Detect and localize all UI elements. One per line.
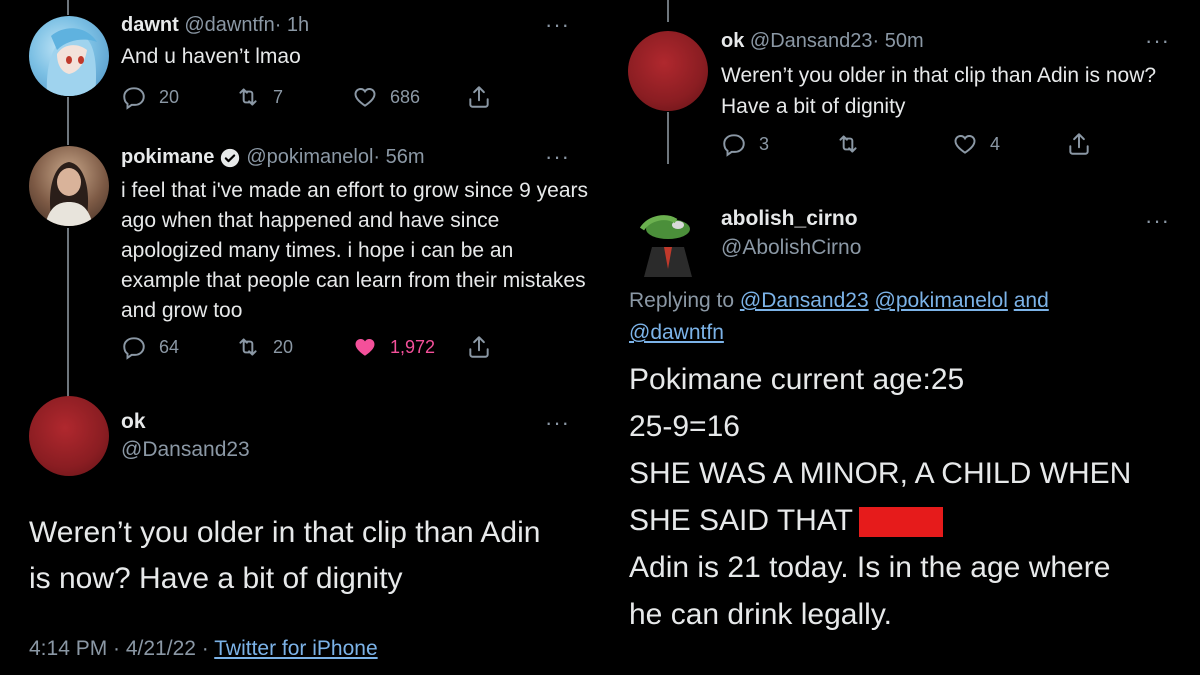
reply-count: 20: [159, 86, 180, 107]
avatar[interactable]: [29, 16, 109, 96]
reply-count: 64: [159, 336, 180, 357]
tweet-time[interactable]: · 56m: [373, 146, 424, 168]
retweet-icon: [239, 338, 257, 356]
avatar-photo-image: [45, 162, 93, 226]
retweet-count: 7: [273, 86, 284, 107]
tweet-time[interactable]: · 1h: [275, 14, 309, 36]
tweet-text: i feel that i've made an effort to grow …: [121, 179, 589, 322]
display-name[interactable]: ok: [721, 30, 744, 52]
replying-to: Replying to @Dansand23 @pokimanelol and …: [629, 285, 1129, 349]
heart-icon: [954, 135, 976, 154]
tweet-header: ok @Dansand23· 50m: [721, 30, 924, 53]
tweet-time[interactable]: · 50m: [873, 30, 924, 52]
like-count: 686: [390, 86, 421, 107]
retweet-icon: [839, 135, 857, 153]
reply-icon: [123, 337, 145, 360]
right-screenshot-panel: ok @Dansand23· 50m ··· Weren’t you older…: [600, 0, 1200, 675]
mention-link[interactable]: @pokimanelol: [875, 289, 1008, 312]
reply-count: 3: [759, 133, 770, 154]
tweet-text: Pokimane current age:25 25-9=16 SHE WAS …: [629, 356, 1131, 638]
display-name[interactable]: abolish_cirno: [721, 207, 858, 231]
like-count: 1,972: [390, 336, 436, 357]
tweet-source-link[interactable]: Twitter for iPhone: [214, 637, 377, 660]
tweet-text-line: Pokimane current age:25: [629, 363, 965, 396]
reply-icon: [723, 134, 745, 157]
verified-badge-icon: [221, 148, 240, 167]
like-count: 4: [990, 133, 1001, 154]
user-handle[interactable]: @Dansand23: [121, 438, 250, 462]
retweet-button[interactable]: 7: [235, 84, 283, 110]
tweet-text-line: he can drink legally.: [629, 598, 892, 631]
user-handle[interactable]: @AbolishCirno: [721, 236, 861, 260]
like-button[interactable]: 686: [352, 84, 420, 110]
avatar-frog-image: [639, 215, 692, 277]
tweet-text-line: 25-9=16: [629, 410, 740, 443]
thread-line: [67, 97, 69, 145]
avatar[interactable]: [628, 207, 708, 287]
reply-button[interactable]: 64: [121, 334, 179, 360]
tweet-header: pokimane @pokimanelol· 56m: [121, 146, 425, 169]
display-name[interactable]: ok: [121, 410, 146, 434]
reply-button[interactable]: 20: [121, 84, 179, 110]
tweet-timestamp-row: 4:14 PM · 4/21/22 · Twitter for iPhone: [29, 637, 378, 661]
user-handle[interactable]: @pokimanelol: [246, 146, 373, 168]
share-icon: [469, 336, 489, 358]
more-icon[interactable]: ···: [545, 14, 570, 36]
share-icon: [1069, 133, 1089, 155]
tweet-text-line: SHE SAID THAT: [629, 504, 853, 537]
tweet-text: Weren’t you older in that clip than Adin…: [29, 516, 541, 595]
reply-button[interactable]: 3: [721, 131, 769, 157]
share-button[interactable]: [1066, 131, 1092, 157]
redaction-box: [858, 507, 943, 538]
like-button[interactable]: 4: [952, 131, 1000, 157]
tweet-text: Weren’t you older in that clip than Adin…: [721, 64, 1157, 118]
more-icon[interactable]: ···: [545, 146, 570, 168]
tweet-timestamp: 4:14 PM · 4/21/22 ·: [29, 637, 209, 660]
more-icon[interactable]: ···: [1145, 210, 1170, 232]
more-icon[interactable]: ···: [545, 412, 570, 434]
user-handle[interactable]: @dawntfn: [184, 14, 274, 36]
tweet-text-line: SHE WAS A MINOR, A CHILD WHEN: [629, 457, 1132, 490]
share-button[interactable]: [466, 84, 492, 110]
thread-line: [667, 0, 669, 22]
avatar-anime-image: [46, 28, 97, 96]
user-handle[interactable]: @Dansand23: [750, 30, 873, 52]
share-button[interactable]: [466, 334, 492, 360]
retweet-button[interactable]: 20: [235, 334, 293, 360]
avatar[interactable]: [29, 396, 109, 476]
like-button[interactable]: 1,972: [352, 334, 435, 360]
avatar[interactable]: [628, 31, 708, 111]
retweet-count: 20: [273, 336, 294, 357]
tweet-text-line: Adin is 21 today. Is in the age where: [629, 551, 1111, 584]
heart-filled-icon: [355, 338, 375, 356]
mention-link[interactable]: @dawntfn: [629, 321, 724, 344]
more-icon[interactable]: ···: [1145, 30, 1170, 52]
left-screenshot-panel: dawnt @dawntfn· 1h ··· And u haven’t lma…: [0, 0, 600, 675]
mention-and: and: [1013, 289, 1049, 312]
heart-icon: [354, 88, 376, 107]
retweet-button[interactable]: [835, 131, 873, 157]
reply-icon: [123, 87, 145, 110]
avatar[interactable]: [29, 146, 109, 226]
display-name[interactable]: pokimane: [121, 146, 214, 169]
tweet-header: dawnt @dawntfn· 1h: [121, 14, 309, 37]
share-icon: [469, 86, 489, 108]
thread-line: [67, 228, 69, 400]
tweet-text: And u haven’t lmao: [121, 45, 301, 68]
retweet-icon: [239, 88, 257, 106]
replying-to-label: Replying to: [629, 289, 735, 312]
thread-line: [667, 112, 669, 164]
thread-line: [67, 0, 69, 15]
mention-link[interactable]: @Dansand23: [740, 289, 869, 312]
display-name[interactable]: dawnt: [121, 14, 179, 36]
